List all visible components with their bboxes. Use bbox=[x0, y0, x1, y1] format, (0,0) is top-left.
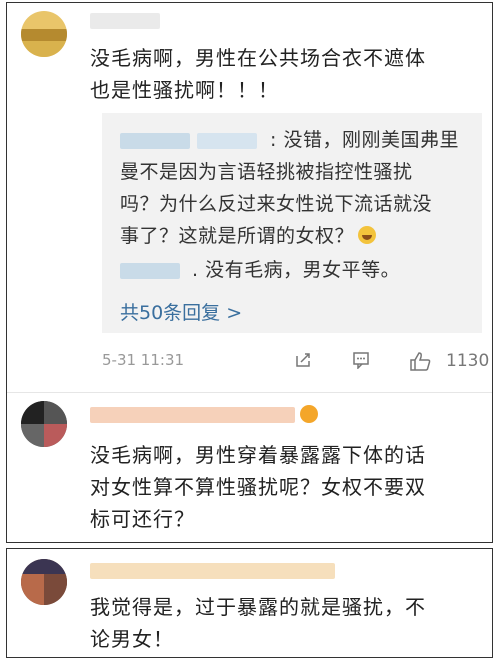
comment-text-line: 没毛病啊，男性在公共场合衣不遮体 bbox=[90, 46, 426, 70]
comment-text-line: 标可还行？ bbox=[90, 507, 195, 531]
comment-panel-2: 我觉得是，过于暴露的就是骚扰，不 论男女！ bbox=[6, 548, 493, 658]
comment-text-line: 没毛病啊，男性穿着暴露露下体的话 bbox=[90, 443, 426, 467]
reply-username[interactable] bbox=[120, 133, 190, 149]
timestamp: 5-31 11:31 bbox=[102, 351, 185, 369]
username[interactable] bbox=[90, 13, 160, 29]
reply-text-line: 吗？为什么反过来女性说下流话就没 bbox=[120, 193, 433, 215]
reply-text-line: 曼不是因为言语轻挑被指控性骚扰 bbox=[120, 161, 413, 183]
reply-text-line: . 没有毛病，男女平等。 bbox=[192, 259, 401, 281]
avatar[interactable] bbox=[21, 559, 67, 605]
comment-panel-1: 没毛病啊，男性在公共场合衣不遮体 也是性骚扰啊！！！ : 没错，刚刚美国弗里 曼… bbox=[6, 2, 493, 543]
comment-text-line: 我觉得是，过于暴露的就是骚扰，不 bbox=[90, 595, 426, 619]
comment-text-line: 也是性骚扰啊！！！ bbox=[90, 78, 279, 102]
share-icon[interactable] bbox=[294, 351, 312, 369]
divider bbox=[7, 392, 492, 393]
reply-username[interactable] bbox=[197, 133, 257, 149]
avatar[interactable] bbox=[21, 11, 67, 57]
vip-badge-icon bbox=[300, 405, 318, 423]
laugh-emoji-icon bbox=[358, 226, 377, 244]
comment-icon[interactable] bbox=[352, 351, 370, 369]
reply-text-line: 事了？这就是所谓的女权？ bbox=[120, 221, 377, 251]
reply-text-line: : 没错，刚刚美国弗里 bbox=[270, 129, 459, 151]
like-icon[interactable] bbox=[409, 351, 431, 371]
username[interactable] bbox=[90, 407, 295, 423]
view-replies-link[interactable]: 共50条回复 > bbox=[120, 298, 242, 325]
reply-username[interactable] bbox=[120, 263, 180, 279]
comment-text-line: 论男女！ bbox=[90, 627, 174, 651]
avatar[interactable] bbox=[21, 401, 67, 447]
like-count: 1130 bbox=[446, 351, 490, 371]
reply-box: : 没错，刚刚美国弗里 曼不是因为言语轻挑被指控性骚扰 吗？为什么反过来女性说下… bbox=[102, 113, 482, 333]
username[interactable] bbox=[90, 563, 335, 579]
comment-text-line: 对女性算不算性骚扰呢？女权不要双 bbox=[90, 475, 426, 499]
reply-text-segment: 事了？这就是所谓的女权？ bbox=[120, 225, 355, 247]
